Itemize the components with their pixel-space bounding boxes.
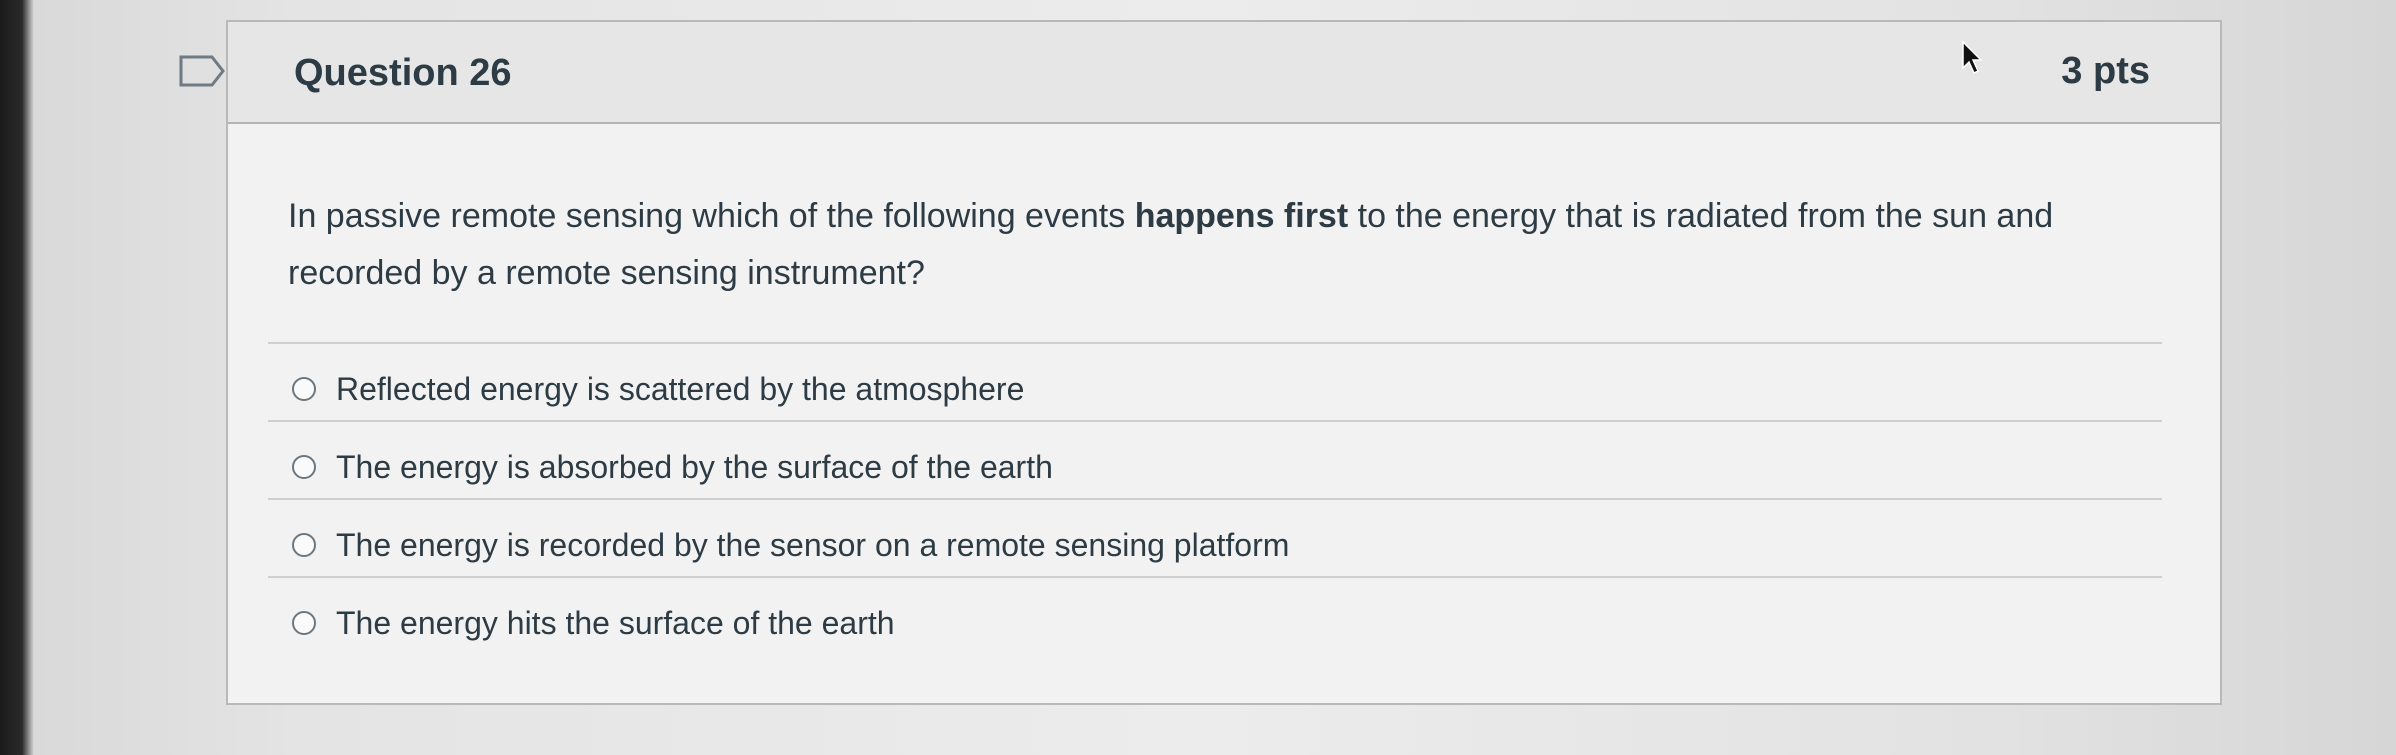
question-points: 3 pts [2061, 50, 2150, 92]
answer-label: The energy is absorbed by the surface of… [336, 448, 1053, 485]
answer-option-3[interactable]: The energy is recorded by the sensor on … [292, 520, 1289, 570]
bookmark-flag-icon[interactable] [178, 54, 226, 88]
question-title: Question 26 [294, 52, 512, 94]
answer-divider [268, 420, 2162, 422]
question-text-emphasis: happens first [1134, 197, 1349, 235]
answer-divider [268, 576, 2162, 578]
answers-divider [268, 342, 2162, 344]
radio-button[interactable] [292, 533, 316, 557]
radio-button[interactable] [292, 455, 316, 479]
answer-label: Reflected energy is scattered by the atm… [336, 370, 1025, 407]
mouse-cursor-icon [1962, 40, 1983, 75]
question-text: In passive remote sensing which of the f… [288, 197, 2054, 292]
answer-option-1[interactable]: Reflected energy is scattered by the atm… [292, 364, 1024, 414]
answer-option-2[interactable]: The energy is absorbed by the surface of… [292, 442, 1053, 492]
answer-label: The energy is recorded by the sensor on … [336, 526, 1290, 563]
answer-divider [268, 498, 2162, 500]
question-header: Question 26 3 pts [228, 22, 2220, 124]
radio-button[interactable] [292, 611, 316, 635]
answer-option-4[interactable]: The energy hits the surface of the earth [292, 598, 895, 648]
radio-button[interactable] [292, 377, 316, 401]
answer-label: The energy hits the surface of the earth [336, 604, 895, 641]
question-card: Question 26 3 pts In passive remote sens… [226, 20, 2222, 705]
